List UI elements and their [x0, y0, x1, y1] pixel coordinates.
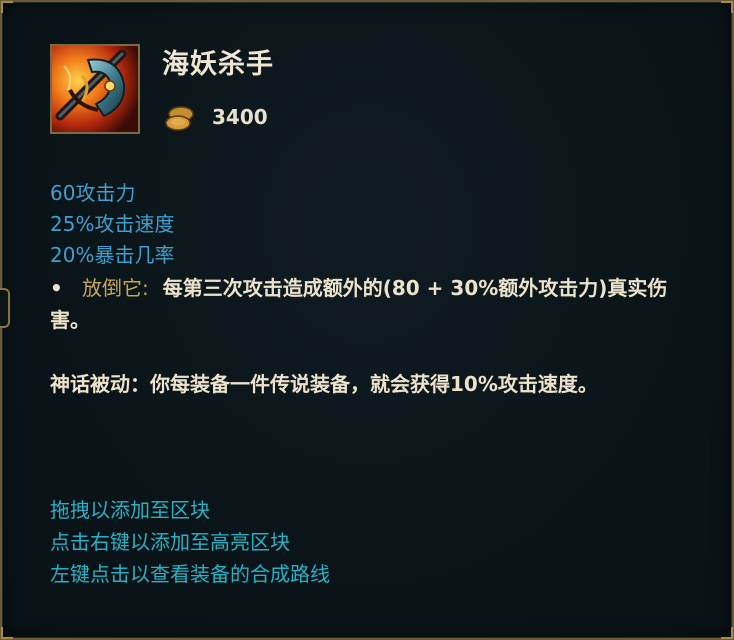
hint-left-click-build-path: 左键点击以查看装备的合成路线: [50, 562, 330, 586]
gold-coin-icon: [164, 104, 196, 134]
kraken-slayer-crossbow-icon[interactable]: [50, 44, 140, 134]
item-name: 海妖杀手: [162, 49, 274, 80]
frame-corner: [721, 627, 733, 639]
hint-list: 拖拽以添加至区块 点击右键以添加至高亮区块 左键点击以查看装备的合成路线: [50, 494, 330, 590]
item-price: 3400: [212, 105, 268, 129]
hint-right-click-add: 点击右键以添加至高亮区块: [50, 530, 290, 554]
frame-corner: [1, 627, 13, 639]
stat-attack-damage: 60攻击力: [50, 181, 136, 205]
bullet: •: [50, 276, 63, 300]
stat-attack-speed: 25%攻击速度: [50, 212, 175, 236]
frame-side-notch: [0, 288, 10, 328]
passive-name: 放倒它:: [82, 276, 149, 300]
stat-crit-chance: 20%暴击几率: [50, 243, 175, 267]
stat-list: 60攻击力 25%攻击速度 20%暴击几率: [50, 178, 174, 271]
item-tooltip: 海妖杀手 3400 60攻击力 25%攻击速度 20%暴击几率 • 放倒它: 每第三…: [0, 0, 734, 640]
frame-corner: [1, 1, 13, 13]
passive-description: • 放倒它: 每第三次攻击造成额外的(80 + 30%额外攻击力)真实伤害。: [50, 272, 690, 336]
frame-corner: [721, 1, 733, 13]
mythic-passive-text: 神话被动：你每装备一件传说装备，就会获得10%攻击速度。: [50, 372, 598, 396]
hint-drag-to-add: 拖拽以添加至区块: [50, 498, 210, 522]
